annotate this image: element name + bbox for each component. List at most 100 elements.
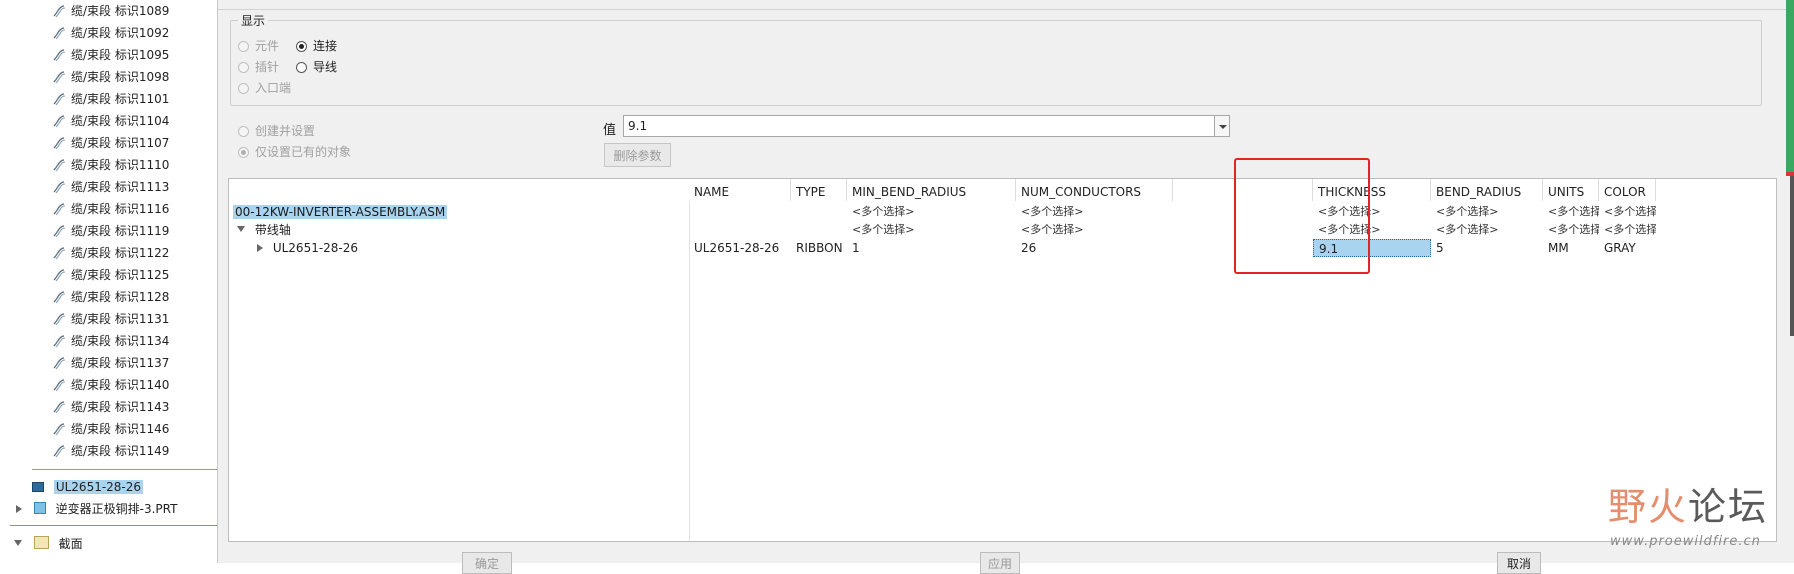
column-header-type[interactable]: TYPE bbox=[791, 179, 847, 201]
cell-color[interactable]: <多个选择> bbox=[1599, 203, 1656, 221]
edge-scroll-thumb bbox=[1790, 176, 1794, 336]
cell-num-conductors[interactable]: <多个选择> bbox=[1016, 203, 1173, 221]
cable-segment-label: 缆/束段 标识1122 bbox=[71, 246, 170, 260]
cell-color[interactable]: GRAY bbox=[1599, 239, 1656, 257]
cell-min-bend-radius[interactable]: 1 bbox=[847, 239, 1016, 257]
cable-icon bbox=[53, 137, 66, 150]
cell-units[interactable]: MM bbox=[1543, 239, 1599, 257]
watermark-logo: 野火论坛 www.proewildfire.cn bbox=[1608, 476, 1788, 558]
cable-segment-label: 缆/束段 标识1116 bbox=[71, 202, 170, 216]
cable-segment-item[interactable]: 缆/束段 标识1131 bbox=[52, 309, 169, 329]
radio-button[interactable] bbox=[296, 41, 307, 52]
tree-node-part-label: 逆变器正极铜排-3.PRT bbox=[55, 502, 178, 516]
radio-button[interactable] bbox=[238, 62, 249, 73]
cable-segment-label: 缆/束段 标识1119 bbox=[71, 224, 170, 238]
column-header-bend-radius[interactable]: BEND_RADIUS bbox=[1431, 179, 1543, 201]
chevron-down-icon bbox=[1219, 125, 1227, 129]
column-header-min-bend-radius[interactable]: MIN_BEND_RADIUS bbox=[847, 179, 1016, 201]
ok-button[interactable]: 确定 bbox=[462, 552, 512, 574]
apply-button[interactable]: 应用 bbox=[980, 552, 1020, 574]
cable-segment-item[interactable]: 缆/束段 标识1089 bbox=[52, 1, 169, 21]
cancel-button[interactable]: 取消 bbox=[1497, 552, 1541, 574]
radio-button[interactable] bbox=[238, 83, 249, 94]
radio-create-and-set[interactable]: 创建并设置 bbox=[238, 123, 315, 139]
cable-segment-item[interactable]: 缆/束段 标识1143 bbox=[52, 397, 169, 417]
collapse-arrow-icon[interactable] bbox=[14, 540, 22, 546]
column-header-color[interactable]: COLOR bbox=[1599, 179, 1656, 201]
cell-min-bend-radius[interactable]: <多个选择> bbox=[847, 221, 1016, 239]
radio-set-existing-only[interactable]: 仅设置已有的对象 bbox=[238, 144, 351, 160]
cable-segment-item[interactable]: 缆/束段 标识1095 bbox=[52, 45, 169, 65]
radio-wire[interactable]: 导线 bbox=[296, 59, 337, 75]
cell-name[interactable]: UL2651-28-26 bbox=[689, 239, 790, 257]
cable-segment-item[interactable]: 缆/束段 标识1128 bbox=[52, 287, 169, 307]
spool-icon bbox=[32, 482, 44, 492]
expand-arrow-icon[interactable] bbox=[257, 244, 263, 252]
cable-segment-item[interactable]: 缆/束段 标识1101 bbox=[52, 89, 169, 109]
expand-arrow-icon[interactable] bbox=[16, 505, 22, 513]
cable-segment-item[interactable]: 缆/束段 标识1110 bbox=[52, 155, 169, 175]
radio-component[interactable]: 元件 bbox=[238, 38, 279, 54]
column-header-name[interactable]: NAME bbox=[689, 179, 791, 201]
value-dropdown-button[interactable] bbox=[1214, 115, 1230, 137]
cell-thickness[interactable]: 9.1 bbox=[1313, 239, 1431, 257]
cell-type[interactable]: RIBBON bbox=[791, 239, 847, 257]
cable-segment-label: 缆/束段 标识1128 bbox=[71, 290, 170, 304]
cell-bend-radius[interactable]: 5 bbox=[1431, 239, 1447, 257]
cable-icon bbox=[53, 445, 66, 458]
cell-min-bend-radius[interactable]: <多个选择> bbox=[847, 203, 1016, 221]
cable-segment-label: 缆/束段 标识1134 bbox=[71, 334, 170, 348]
delete-param-button[interactable]: 删除参数 bbox=[604, 143, 671, 167]
cell-bend-radius[interactable]: <多个选择> bbox=[1431, 221, 1543, 239]
value-input[interactable] bbox=[623, 115, 1216, 137]
cable-segment-item[interactable]: 缆/束段 标识1122 bbox=[52, 243, 169, 263]
cable-segment-item[interactable]: 缆/束段 标识1107 bbox=[52, 133, 169, 153]
tree-row-assembly[interactable]: 00-12KW-INVERTER-ASSEMBLY.ASM bbox=[233, 203, 448, 221]
column-header-thickness[interactable]: THICKNESS bbox=[1313, 179, 1431, 201]
cell-thickness[interactable]: <多个选择> bbox=[1313, 221, 1431, 239]
radio-button[interactable] bbox=[238, 147, 249, 158]
tree-node-spool[interactable]: UL2651-28-26 bbox=[32, 477, 144, 497]
cable-segment-label: 缆/束段 标识1098 bbox=[71, 70, 170, 84]
cable-segment-item[interactable]: 缆/束段 标识1125 bbox=[52, 265, 169, 285]
radio-pin[interactable]: 插针 bbox=[238, 59, 279, 75]
tree-node-part[interactable]: 逆变器正极铜排-3.PRT bbox=[16, 499, 177, 519]
cable-segment-label: 缆/束段 标识1104 bbox=[71, 114, 170, 128]
cable-segment-label: 缆/束段 标识1110 bbox=[71, 158, 170, 172]
edge-green-bar bbox=[1786, 0, 1794, 172]
radio-button[interactable] bbox=[238, 126, 249, 137]
column-header-units[interactable]: UNITS bbox=[1543, 179, 1599, 201]
cable-segment-label: 缆/束段 标识1092 bbox=[71, 26, 170, 40]
cable-segment-label: 缆/束段 标识1113 bbox=[71, 180, 170, 194]
cable-segment-item[interactable]: 缆/束段 标识1140 bbox=[52, 375, 169, 395]
cable-segment-item[interactable]: 缆/束段 标识1146 bbox=[52, 419, 169, 439]
cell-units[interactable]: <多个选择> bbox=[1543, 221, 1599, 239]
cable-icon bbox=[53, 27, 66, 40]
cable-segment-item[interactable]: 缆/束段 标识1113 bbox=[52, 177, 169, 197]
cable-segment-item[interactable]: 缆/束段 标识1098 bbox=[52, 67, 169, 87]
cable-icon bbox=[53, 357, 66, 370]
cable-segment-item[interactable]: 缆/束段 标识1137 bbox=[52, 353, 169, 373]
tree-row-spool[interactable]: UL2651-28-26 bbox=[257, 239, 358, 257]
cable-segment-item[interactable]: 缆/束段 标识1104 bbox=[52, 111, 169, 131]
radio-entry-port[interactable]: 入口端 bbox=[238, 80, 291, 96]
radio-button[interactable] bbox=[238, 41, 249, 52]
tree-node-section[interactable]: 截面 bbox=[14, 534, 83, 554]
collapse-arrow-icon[interactable] bbox=[237, 226, 245, 232]
column-header-num-conductors[interactable]: NUM_CONDUCTORS bbox=[1016, 179, 1173, 201]
cable-segment-label: 缆/束段 标识1143 bbox=[71, 400, 170, 414]
radio-button[interactable] bbox=[296, 62, 307, 73]
cell-bend-radius[interactable]: <多个选择> bbox=[1431, 203, 1543, 221]
cell-units[interactable]: <多个选择> bbox=[1543, 203, 1599, 221]
tree-row-spool-group[interactable]: 带线轴 bbox=[237, 221, 291, 239]
cable-segment-item[interactable]: 缆/束段 标识1149 bbox=[52, 441, 169, 461]
cable-segment-item[interactable]: 缆/束段 标识1116 bbox=[52, 199, 169, 219]
cell-num-conductors[interactable]: 26 bbox=[1016, 239, 1173, 257]
cable-segment-item[interactable]: 缆/束段 标识1092 bbox=[52, 23, 169, 43]
cable-segment-item[interactable]: 缆/束段 标识1119 bbox=[52, 221, 169, 241]
cable-segment-item[interactable]: 缆/束段 标识1134 bbox=[52, 331, 169, 351]
cell-thickness[interactable]: <多个选择> bbox=[1313, 203, 1431, 221]
cell-num-conductors[interactable]: <多个选择> bbox=[1016, 221, 1173, 239]
cell-color[interactable]: <多个选择> bbox=[1599, 221, 1656, 239]
radio-connection[interactable]: 连接 bbox=[296, 38, 337, 54]
